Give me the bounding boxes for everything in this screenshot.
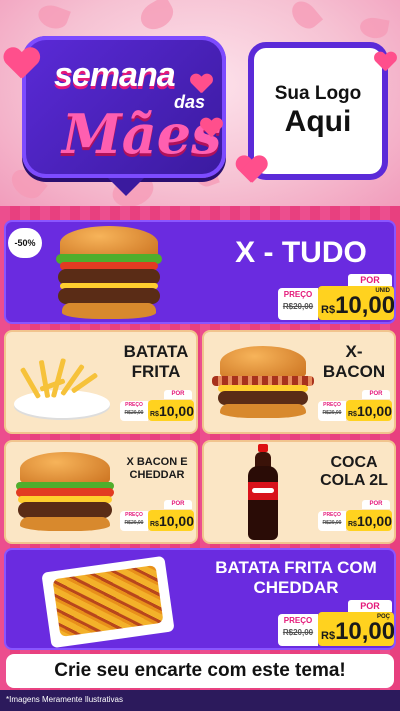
current-price: R$10,00 [346,510,392,531]
logo-text-line2: Aqui [284,105,352,138]
product-card-coca-cola[interactable]: COCA COLA 2L POR PREÇO R$20,00 R$10,00 [202,440,396,544]
price-value: 10,00 [158,513,194,529]
preco-label: PREÇO [323,402,341,408]
por-label: POR [164,390,192,399]
old-price: R$20,00 [124,410,144,416]
unit-label: UNID [375,288,390,294]
logo-text-line1: Sua Logo [274,83,362,104]
fries-icon [12,352,112,422]
product-name: COCA COLA 2L [320,454,388,490]
cheddar-fries-icon [41,555,175,648]
preco-label: PREÇO [323,512,341,518]
old-price: R$20,00 [124,520,144,526]
footer-disclaimer: *Imagens Meramente Ilustrativas [0,690,400,711]
por-label: POR [348,600,392,612]
currency: R$ [150,411,159,418]
product-name: BATATA FRITA [123,342,189,381]
petal-decoration [286,0,324,34]
por-label: POR [362,390,390,399]
burger-icon [54,226,164,322]
old-price: R$20,00 [322,520,342,526]
price-value: 10,00 [356,403,392,419]
price-value: 10,00 [158,403,194,419]
price-tag: POR PREÇO R$20,00 R$10,00 [120,500,196,532]
currency: R$ [321,630,336,642]
currency: R$ [321,304,336,316]
old-price: R$20,00 [322,410,342,416]
product-name: BATATA FRITA COM CHEDDAR [215,558,377,598]
title-semana: semana [54,56,176,94]
heart-icon [236,156,267,184]
price-tag: POR PREÇO R$20,00 R$10,00 POÇ [278,600,394,648]
price-tag: POR PREÇO R$20,00 R$10,00 [318,500,394,532]
current-price: R$10,00 [346,400,392,421]
current-price: R$10,00 [148,510,194,531]
heart-icon [3,48,38,80]
current-price: R$10,00 UNID [318,286,394,320]
preco-label: PREÇO [283,616,313,625]
current-price: R$10,00 POÇ [318,612,394,646]
product-card-x-bacon[interactable]: X-BACON POR PREÇO R$20,00 R$10,00 [202,330,396,434]
currency: R$ [150,521,159,528]
title-maes: Mães [62,102,222,166]
header-banner: semana das Mães Sua Logo Aqui [0,0,400,212]
product-name: X-BACON [322,342,386,381]
price-tag: POR PREÇO R$20,00 R$10,00 UNID [278,274,394,322]
price-value: 10,00 [335,618,396,645]
discount-heart-badge: -50% [8,228,42,258]
current-price: R$10,00 [148,400,194,421]
currency: R$ [348,411,357,418]
old-price-box: PREÇO R$20,00 [120,511,148,531]
old-price-box: PREÇO R$20,00 [278,288,318,320]
soda-bottle-icon [246,444,280,542]
price-value: 10,00 [335,292,396,319]
product-card-batata-cheddar[interactable]: BATATA FRITA COM CHEDDAR POR PREÇO R$20,… [4,548,396,650]
old-price-box: PREÇO R$20,00 [278,614,318,646]
petal-decoration [35,1,71,33]
product-card-x-bacon-cheddar[interactable]: X BACON E CHEDDAR POR PREÇO R$20,00 R$10… [4,440,198,544]
heart-icon [374,52,396,72]
old-price-box: PREÇO R$20,00 [318,511,346,531]
product-name: X BACON E CHEDDAR [126,456,188,481]
old-price: R$20,00 [282,302,314,311]
petal-decoration [358,15,390,41]
product-card-batata-frita[interactable]: BATATA FRITA POR PREÇO R$20,00 R$10,00 [4,330,198,434]
por-label: POR [362,500,390,509]
currency: R$ [348,521,357,528]
por-label: POR [348,274,392,286]
price-value: 10,00 [356,513,392,529]
por-label: POR [164,500,192,509]
price-tag: POR PREÇO R$20,00 R$10,00 [120,390,196,422]
bacon-burger-icon [210,346,316,426]
old-price-box: PREÇO R$20,00 [318,401,346,421]
cta-button[interactable]: Crie seu encarte com este tema! [6,654,394,688]
price-tag: POR PREÇO R$20,00 R$10,00 [318,390,394,422]
title-badge: semana das Mães [22,36,226,196]
preco-label: PREÇO [125,512,143,518]
logo-placeholder[interactable]: Sua Logo Aqui [248,42,388,180]
heart-icon [190,74,212,94]
preco-label: PREÇO [283,290,313,299]
product-card-x-tudo[interactable]: X - TUDO POR PREÇO R$20,00 R$10,00 UNID [4,220,396,324]
product-name: X - TUDO [235,236,367,269]
unit-label: POÇ [376,614,390,620]
old-price: R$20,00 [282,628,314,637]
cheddar-burger-icon [12,452,118,538]
preco-label: PREÇO [125,402,143,408]
heart-icon [200,118,222,138]
old-price-box: PREÇO R$20,00 [120,401,148,421]
petal-decoration [135,0,179,35]
